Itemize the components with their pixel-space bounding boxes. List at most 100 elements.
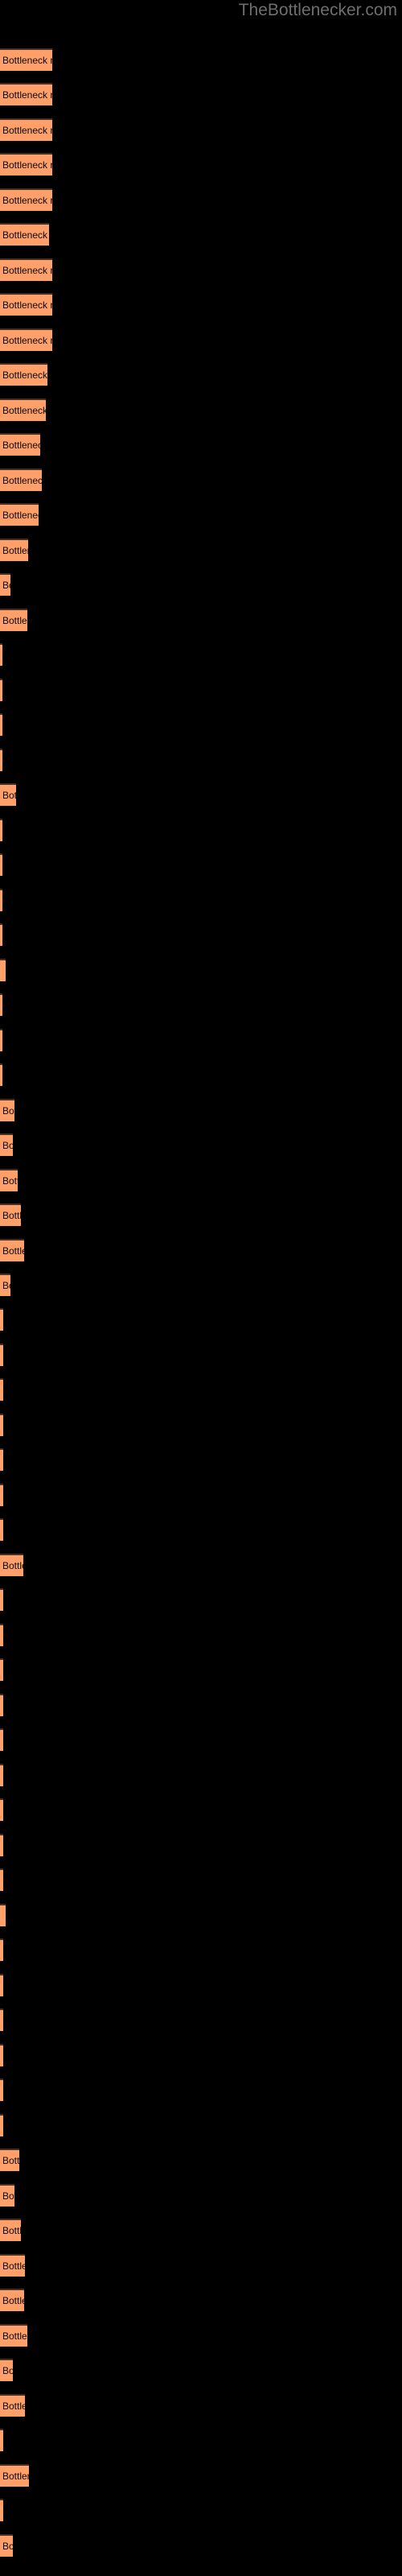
bar[interactable] [0, 1798, 3, 1821]
bar[interactable] [0, 1764, 3, 1786]
bar[interactable] [0, 993, 2, 1016]
plot-area: Bottleneck result Bottleneck result Bottle… [0, 0, 402, 2576]
bar[interactable] [0, 2429, 3, 2451]
bar[interactable]: Bottleneck result [0, 2149, 19, 2171]
bar[interactable] [0, 2499, 3, 2521]
bar[interactable] [0, 819, 2, 841]
bar[interactable] [0, 1904, 6, 1926]
bar[interactable]: Bottleneck result [0, 1239, 24, 1261]
bar[interactable] [0, 2008, 3, 2031]
bar[interactable]: Bottleneck result [0, 1203, 21, 1226]
bar[interactable]: Bottleneck result [0, 293, 52, 316]
bar[interactable] [0, 1063, 2, 1086]
bar[interactable]: Bottleneck result [0, 609, 27, 631]
bar-label: Bottleneck result [2, 545, 28, 556]
bar-label: Bottleneck result [2, 615, 27, 626]
bar-label: Bottleneck result [2, 2225, 21, 2236]
bar[interactable]: Bottleneck result [0, 223, 49, 246]
bar-label: Bottleneck result [2, 475, 42, 486]
bar[interactable] [0, 1308, 3, 1331]
bar[interactable]: Bottleneck result [0, 573, 10, 596]
bar[interactable]: Bottleneck result [0, 83, 52, 105]
bar[interactable]: Bottleneck result [0, 1554, 23, 1576]
bar-label: Bottleneck result [2, 2471, 29, 2482]
bar[interactable]: Bottleneck result [0, 433, 40, 456]
bar[interactable] [0, 679, 2, 701]
bar[interactable] [0, 1624, 3, 1646]
bar[interactable]: Bottleneck result [0, 258, 52, 281]
bar[interactable]: Bottleneck result [0, 2394, 25, 2417]
bar-label: Bottleneck result [2, 125, 52, 136]
bar[interactable]: Bottleneck result [0, 153, 52, 175]
bar[interactable] [0, 853, 2, 876]
bar[interactable] [0, 959, 6, 981]
bar[interactable] [0, 1728, 3, 1751]
bar-label: Bottleneck result [2, 790, 16, 801]
bar[interactable]: Bottleneck result [0, 188, 52, 211]
bar-label: Bottleneck result [2, 1245, 24, 1257]
bar-label: Bottleneck result [2, 2365, 13, 2376]
bar-label: Bottleneck result [2, 299, 52, 311]
bar[interactable] [0, 923, 2, 946]
bar[interactable]: Bottleneck result [0, 539, 28, 561]
bar[interactable]: Bottleneck result [0, 2324, 27, 2347]
bar[interactable]: Bottleneck result [0, 328, 52, 351]
bar[interactable] [0, 889, 2, 911]
bar[interactable]: Bottleneck result [0, 503, 39, 526]
bar-label: Bottleneck result [2, 89, 52, 101]
bar-label: Bottleneck result [2, 580, 10, 591]
bar-label: Bottleneck result [2, 510, 39, 521]
bar-label: Bottleneck result [2, 2401, 25, 2412]
bar[interactable] [0, 1834, 3, 1856]
bar[interactable] [0, 1938, 3, 1961]
bar[interactable]: Bottleneck result [0, 1099, 14, 1121]
bar[interactable] [0, 1868, 3, 1891]
bar[interactable]: Bottleneck result [0, 363, 47, 386]
bar[interactable] [0, 1344, 3, 1366]
bar[interactable]: Bottleneck result [0, 2289, 24, 2311]
bar[interactable] [0, 2114, 3, 2136]
bar[interactable]: Bottleneck result [0, 48, 52, 71]
bar[interactable]: Bottleneck result [0, 2184, 14, 2207]
bar[interactable] [0, 749, 2, 771]
bar-label: Bottleneck result [2, 2190, 14, 2202]
bar[interactable] [0, 1414, 3, 1436]
bar[interactable] [0, 1588, 3, 1611]
bar[interactable] [0, 2079, 3, 2101]
bar[interactable]: Bottleneck result [0, 2359, 13, 2381]
bar[interactable] [0, 713, 2, 736]
bar[interactable] [0, 1518, 3, 1541]
bar[interactable]: Bottleneck result [0, 2254, 25, 2277]
bar[interactable]: Bottleneck result [0, 2464, 29, 2487]
bar-label: Bottleneck result [2, 195, 52, 206]
bar[interactable] [0, 1974, 3, 1996]
bar-label: Bottleneck result [2, 1560, 23, 1571]
bar-label: Bottleneck result [2, 2541, 13, 2552]
bar[interactable]: Bottleneck result [0, 469, 42, 491]
bar[interactable] [0, 1484, 3, 1506]
bar-label: Bottleneck result [2, 1280, 10, 1291]
bar-label: Bottleneck result [2, 2155, 19, 2166]
bar[interactable]: Bottleneck result [0, 2219, 21, 2241]
bar[interactable]: Bottleneck result [0, 783, 16, 806]
bar[interactable] [0, 2044, 3, 2066]
bar[interactable] [0, 643, 2, 666]
bar[interactable]: Bottleneck result [0, 2534, 13, 2557]
bar[interactable] [0, 1448, 3, 1471]
bar[interactable]: Bottleneck result [0, 118, 52, 141]
bar-label: Bottleneck result [2, 159, 52, 171]
bar[interactable] [0, 1378, 3, 1401]
bar[interactable] [0, 1694, 3, 1716]
bar-chart-figure: TheBottlenecker.com Bottleneck resultBot… [0, 0, 402, 2576]
bar-label: Bottleneck result [2, 2295, 24, 2306]
bar-label: Bottleneck result [2, 1105, 14, 1117]
bar[interactable] [0, 1029, 2, 1051]
bar[interactable]: Bottleneck result [0, 1169, 18, 1191]
bar[interactable]: Bottleneck result [0, 1274, 10, 1296]
bar[interactable]: Bottleneck result [0, 1133, 13, 1156]
bar-label: Bottleneck result [2, 1210, 21, 1221]
bar-label: Bottleneck result [2, 335, 52, 346]
bar[interactable] [0, 1658, 3, 1681]
bar-label: Bottleneck result [2, 265, 52, 276]
bar[interactable]: Bottleneck result [0, 398, 46, 421]
